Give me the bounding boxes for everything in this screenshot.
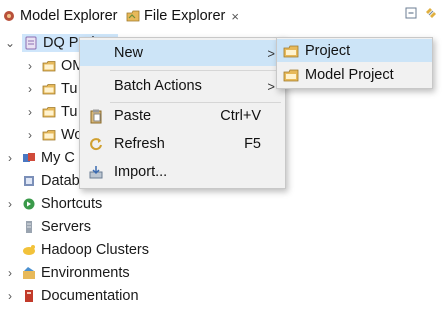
servers-icon [26,220,32,233]
shortcuts-icon [23,198,35,209]
menu-item-model-project[interactable]: Model Project [277,63,432,86]
tree-item-label: Hadoop Clusters [41,241,149,258]
tree-item-folder[interactable]: › OM [24,54,84,77]
tree-item-hadoop-clusters[interactable]: › Hadoop Clusters [4,238,149,261]
environments-icon [23,266,35,279]
submenu-arrow-icon: > [267,78,275,94]
view-toolbar [403,5,439,21]
hadoop-icon [23,244,35,255]
tree-item-folder[interactable]: › Wo [24,123,83,146]
expand-chevron-icon[interactable]: › [4,197,16,211]
expand-chevron-icon[interactable]: › [24,128,36,142]
my-connections-icon [23,152,35,162]
menu-item-new[interactable]: New > [80,40,285,66]
folder-icon [42,106,56,117]
folder-icon [283,69,299,81]
context-menu: New > Batch Actions > Paste Ctrl+V Refre… [79,37,286,189]
menu-item-import[interactable]: Import... [80,159,285,185]
folder-icon [283,45,299,57]
tab-file-explorer-label: File Explorer [144,8,226,24]
collapse-all-icon [405,7,417,19]
folder-icon [42,83,56,94]
menu-item-batch-actions[interactable]: Batch Actions > [80,73,285,99]
tree-item-label: Documentation [41,287,139,304]
tree-item-label: Shortcuts [41,195,103,212]
tree-item-environments[interactable]: › Environments [4,261,130,284]
shortcut-text: F5 [244,136,261,152]
tree-item-label: Environments [41,264,130,281]
documentation-icon [25,289,33,302]
menu-item-label: Import... [114,164,168,180]
tree-item-shortcuts[interactable]: › Shortcuts [4,192,102,215]
project-icon [25,36,37,49]
menu-item-label: Batch Actions [114,78,202,94]
refresh-icon [90,138,102,151]
collapse-chevron-icon[interactable]: ⌄ [4,36,16,50]
close-tab-button[interactable]: × [231,9,239,24]
folder-icon [42,60,56,71]
database-icon [24,175,34,186]
model-explorer-icon [4,11,14,21]
submenu-arrow-icon: > [267,45,275,61]
folder-icon [42,129,56,140]
collapse-all-button[interactable] [403,5,419,21]
tree-item-label: Tu [61,80,78,97]
expand-chevron-icon[interactable]: › [24,82,36,96]
new-submenu: Project Model Project [276,37,433,89]
tree-item-label: Servers [41,218,91,235]
menu-separator [110,70,281,71]
link-with-editor-icon [426,8,436,18]
menu-item-label: Paste [114,108,152,124]
tab-bar: Model Explorer File Explorer × [0,0,445,30]
menu-item-label: Project [305,42,351,59]
file-explorer-icon [126,10,140,22]
tab-model-explorer[interactable]: Model Explorer [2,4,118,28]
shortcut-text: Ctrl+V [220,108,261,124]
menu-item-refresh[interactable]: Refresh F5 [80,131,285,157]
menu-item-project[interactable]: Project [277,39,432,62]
paste-icon [90,109,102,124]
tree-item-servers[interactable]: › Servers [4,215,91,238]
menu-item-label: New [114,45,144,61]
tree-item-label: My C [41,149,75,166]
expand-chevron-icon[interactable]: › [4,289,16,303]
menu-item-paste[interactable]: Paste Ctrl+V [80,103,285,129]
tree-item-my-connections[interactable]: › My C [4,146,75,169]
tree-item-documentation[interactable]: › Documentation [4,284,139,307]
expand-chevron-icon[interactable]: › [4,151,16,165]
tree-item-folder[interactable]: › Tu [24,100,77,123]
expand-chevron-icon[interactable]: › [4,266,16,280]
tree-item-label: Tu [61,103,78,120]
import-icon [89,166,103,179]
tab-file-explorer[interactable]: File Explorer × [126,4,239,28]
menu-item-label: Refresh [114,136,165,152]
expand-chevron-icon[interactable]: › [24,105,36,119]
menu-item-label: Model Project [305,66,394,83]
link-with-editor-button[interactable] [423,5,439,21]
tree-item-folder[interactable]: › Tu [24,77,77,100]
expand-chevron-icon[interactable]: › [24,59,36,73]
tab-model-explorer-label: Model Explorer [20,8,118,24]
